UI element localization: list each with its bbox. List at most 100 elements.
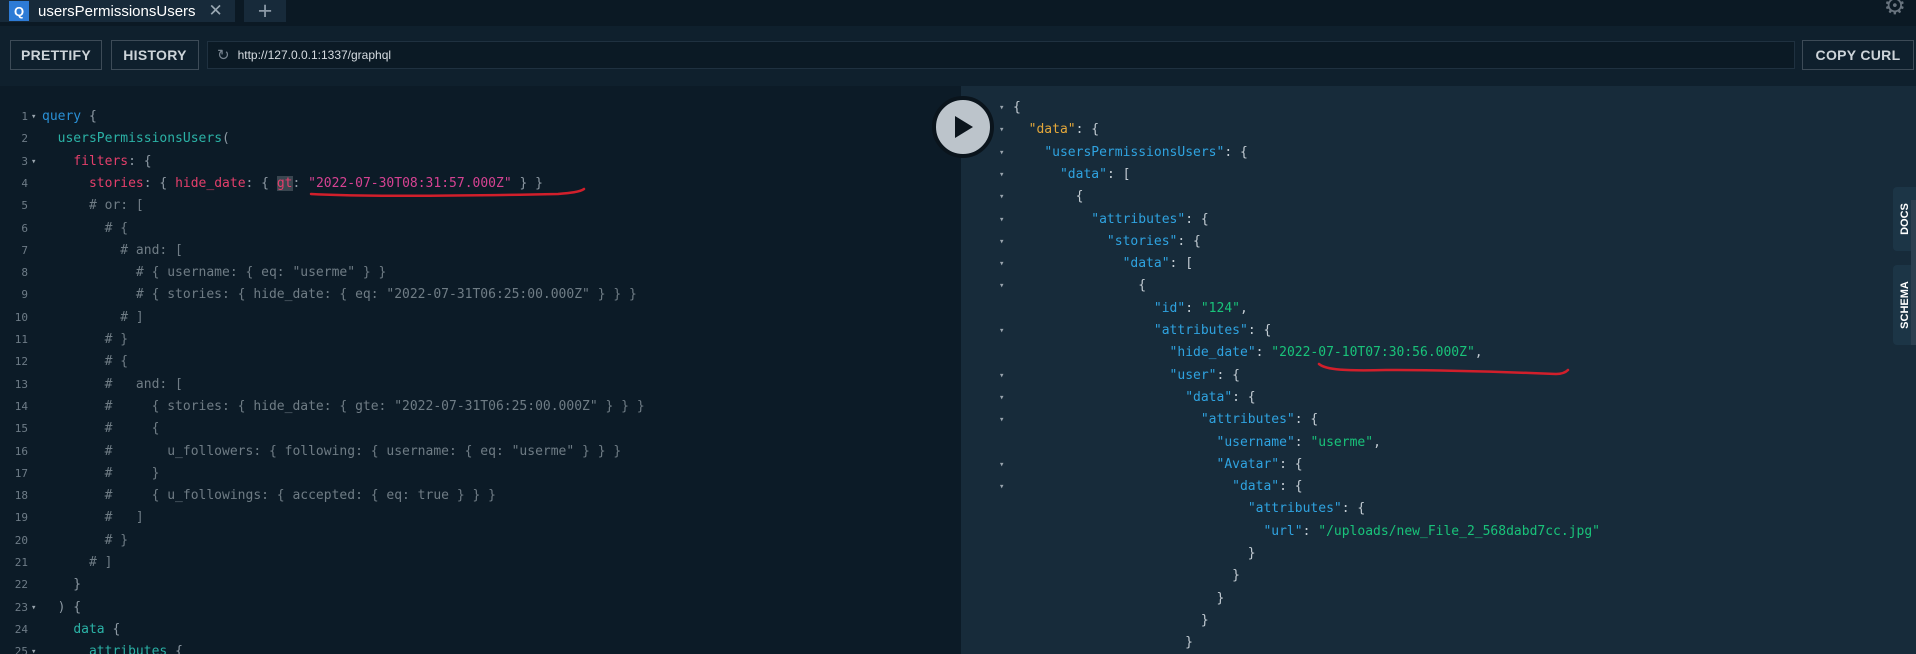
json-token: "username" [1216,434,1295,450]
code-token: # and: [ [42,376,183,392]
line-number: 21 [14,556,28,569]
line-number: 25 [14,645,28,654]
line-number: 17 [14,466,28,480]
line-number: 23 [14,600,28,614]
code-token: # { u_followings: { accepted: { eq: true… [42,488,496,504]
result-viewer: ▾{▾ "data": {▾ "usersPermissionsUsers": … [961,86,1916,654]
fold-arrow-icon[interactable]: ▾ [999,365,1004,387]
line-number: 7 [21,243,28,257]
fold-arrow-icon[interactable]: ▾ [31,151,36,173]
fold-arrow-icon[interactable]: ▾ [999,387,1004,409]
json-token: "attributes" [1091,211,1186,227]
code-token: # } [42,465,160,481]
json-token: } [1013,546,1256,561]
query-line-text: # { [42,218,128,240]
history-button[interactable]: HISTORY [111,40,199,70]
add-tab-button[interactable]: + [244,0,286,25]
fold-arrow-icon[interactable]: ▾ [999,164,1004,186]
json-token: "data" [1185,389,1233,405]
line-number: 2 [21,132,28,146]
json-token: "data" [1122,256,1170,272]
code-token: # ] [42,309,144,325]
fold-arrow-icon[interactable]: ▾ [999,186,1004,208]
fold-arrow-icon[interactable]: ▾ [999,409,1004,431]
fold-arrow-icon[interactable]: ▾ [999,253,1004,275]
code-token: : { [128,153,152,169]
code-token: { [167,644,183,654]
query-line-text: # ] [42,507,144,529]
query-line-text: # ] [42,552,113,574]
fold-arrow-icon[interactable]: ▾ [999,142,1004,164]
close-icon[interactable]: ✕ [209,1,223,21]
json-token: : { [1341,501,1366,517]
json-token: : { [1279,479,1303,495]
copy-curl-button[interactable]: COPY CURL [1802,40,1914,70]
query-line-text: # ] [42,307,144,329]
result-line-text: "attributes": { [1013,320,1271,342]
execute-query-button[interactable] [932,96,994,158]
line-number: 8 [21,266,28,280]
query-line-text: # and: [ [42,240,183,262]
code-token: { [104,621,121,637]
tab-bar: Q usersPermissionsUsers ✕ + ⚙ [0,0,1916,26]
code-token: # { [42,354,129,370]
result-line-text: "username": "userme", [1013,432,1381,454]
result-line-text: "attributes": { [1013,209,1208,231]
query-line-text: # } [42,329,128,351]
line-number: 6 [21,221,28,235]
fold-arrow-icon[interactable]: ▾ [999,209,1004,231]
scrollbar[interactable] [1911,200,1916,345]
refresh-icon[interactable]: ↻ [217,46,230,64]
fold-arrow-icon[interactable]: ▾ [31,597,36,619]
code-token: stories [88,175,144,191]
result-line-text: } [1013,632,1193,654]
code-token: # u_followers: { following: { username: … [42,443,622,459]
code-token: usersPermissionsUsers [57,131,223,147]
line-number: 11 [14,333,28,346]
play-icon [955,116,973,138]
code-token: ) { [42,599,82,615]
json-token: , [1373,434,1381,450]
query-line-text: # } [42,463,160,485]
code-token: # or: [ [42,198,144,214]
fold-arrow-icon[interactable]: ▾ [999,476,1004,498]
json-token: "data" [1059,166,1107,182]
fold-arrow-icon[interactable]: ▾ [31,641,36,654]
fold-arrow-icon[interactable]: ▾ [999,320,1004,342]
line-number: 1 [21,110,28,123]
prettify-button[interactable]: PRETTIFY [10,40,102,70]
query-line-text: # { stories: { hide_date: { gte: "2022-0… [42,396,645,418]
fold-arrow-icon[interactable]: ▾ [999,97,1004,119]
json-token: : [1185,300,1201,316]
code-token: # { [42,220,129,236]
line-number: 16 [14,444,28,458]
fold-arrow-icon[interactable]: ▾ [999,454,1004,476]
result-line-text: "data": [ [1013,164,1130,186]
fold-arrow-icon[interactable]: ▾ [31,106,36,128]
fold-arrow-icon[interactable]: ▾ [999,275,1004,297]
json-token: { [1013,278,1147,294]
endpoint-url-input[interactable]: ↻ http://127.0.0.1:1337/graphql [207,41,1795,69]
json-token: "/uploads/new_File_2_568dabd7cc.jpg" [1318,523,1601,539]
result-line-text: "data": [ [1013,253,1193,275]
code-token: # } [42,532,129,548]
tab-userspermissionsusers[interactable]: Q usersPermissionsUsers ✕ [0,0,235,22]
fold-arrow-icon[interactable]: ▾ [999,119,1004,141]
gear-icon[interactable]: ⚙ [1884,0,1906,21]
query-editor[interactable]: 1 ▾ query {2 usersPermissionsUsers(3 ▾ filt… [0,86,961,654]
result-line-text: "Avatar": { [1013,454,1303,476]
fold-arrow-icon[interactable]: ▾ [999,231,1004,253]
json-token: } [1013,635,1194,651]
code-token: : { [245,175,277,191]
code-token: # } [42,332,129,347]
